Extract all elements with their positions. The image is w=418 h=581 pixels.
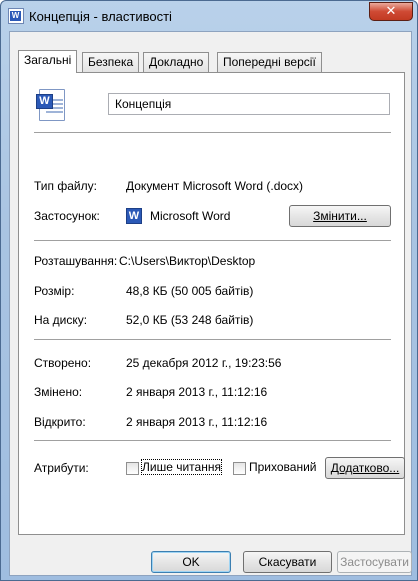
modified-label: Змінено:: [34, 385, 83, 399]
title-bar[interactable]: Концепція - властивості ✕: [1, 1, 418, 31]
accessed-label: Відкрито:: [34, 415, 86, 429]
separator: [34, 339, 391, 340]
file-name-input[interactable]: Концепція: [108, 93, 390, 115]
location-label: Розташування:: [34, 254, 118, 268]
advanced-button-label: Додатково...: [330, 461, 400, 475]
ok-button[interactable]: OK: [151, 551, 231, 573]
window-title: Концепція - властивості: [29, 9, 172, 24]
size-label: Розмір:: [34, 284, 75, 298]
word-badge: W: [36, 94, 53, 109]
file-type-label: Тип файлу:: [34, 179, 97, 193]
close-button[interactable]: ✕: [369, 2, 413, 21]
tab-security[interactable]: Безпека: [82, 52, 140, 72]
separator: [34, 440, 391, 441]
created-label: Створено:: [34, 356, 92, 370]
hidden-label[interactable]: Прихований: [249, 460, 317, 474]
created-value: 25 декабря 2012 г., 19:23:56: [126, 356, 282, 370]
file-type-value: Документ Microsoft Word (.docx): [126, 179, 304, 193]
advanced-button[interactable]: Додатково...: [325, 457, 405, 479]
dialog-body: Загальні Безпека Докладно Попередні верс…: [9, 31, 412, 576]
readonly-checkbox[interactable]: [126, 462, 139, 475]
microsoft-word-icon: W: [126, 208, 142, 224]
apply-button[interactable]: Застосувати: [337, 551, 412, 573]
location-value: C:\Users\Виктор\Desktop: [119, 254, 256, 268]
change-button[interactable]: Змінити...: [289, 205, 391, 227]
tab-general[interactable]: Загальні: [18, 50, 78, 73]
disk-size-label: На диску:: [34, 313, 88, 327]
tab-details[interactable]: Докладно: [143, 52, 210, 72]
properties-window: Концепція - властивості ✕ Загальні Безпе…: [0, 0, 418, 581]
word-document-icon: W: [36, 89, 65, 121]
app-value: Microsoft Word: [150, 209, 231, 223]
modified-value: 2 января 2013 г., 11:12:16: [126, 385, 268, 399]
separator: [34, 132, 391, 133]
app-label: Застосунок:: [34, 209, 100, 223]
accessed-value: 2 января 2013 г., 11:12:16: [126, 415, 268, 429]
size-value: 48,8 КБ (50 005 байтів): [126, 284, 254, 298]
tab-previous-versions[interactable]: Попередні версії: [217, 52, 322, 72]
cancel-button[interactable]: Скасувати: [243, 551, 332, 573]
attributes-label: Атрибути:: [34, 461, 89, 475]
general-tab-panel: W Концепція Тип файлу: Документ Microsof…: [18, 72, 405, 535]
word-document-icon: [8, 8, 24, 24]
change-button-label: Змінити...: [313, 209, 367, 223]
separator: [34, 240, 391, 241]
disk-size-value: 52,0 КБ (53 248 байтів): [126, 313, 254, 327]
readonly-label[interactable]: Лише читання: [141, 459, 222, 475]
hidden-checkbox[interactable]: [233, 462, 246, 475]
